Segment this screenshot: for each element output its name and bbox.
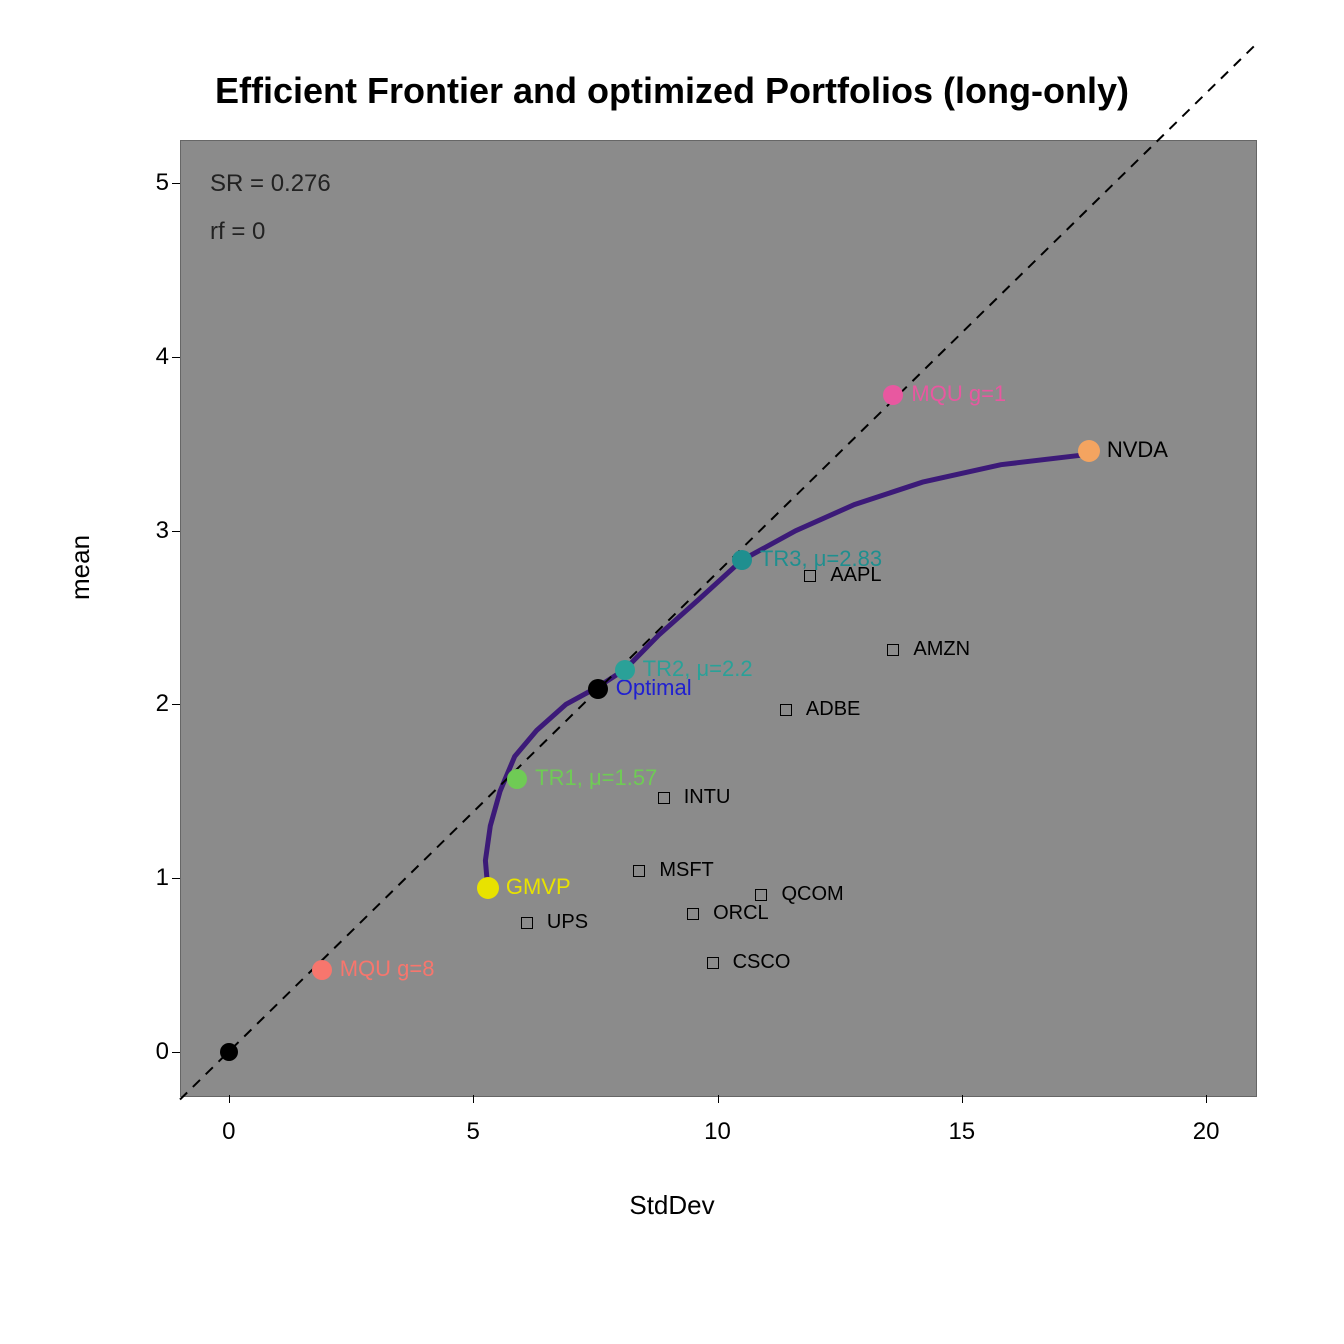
y-tick-mark: [172, 531, 180, 532]
portfolio-label-mqu-g1: MQU g=1: [911, 381, 1006, 407]
x-tick-mark: [473, 1095, 474, 1103]
sharpe-ratio-text: SR = 0.276: [210, 170, 331, 198]
x-axis-label: StdDev: [0, 1190, 1344, 1221]
portfolio-point-nvda: [1078, 440, 1100, 462]
asset-marker-ups: [521, 917, 533, 929]
y-tick-label: 4: [156, 343, 169, 371]
portfolio-point-tr2: [615, 660, 635, 680]
asset-label-adbe: ADBE: [806, 698, 860, 721]
portfolio-point-gmvp: [477, 877, 499, 899]
y-tick-label: 2: [156, 690, 169, 718]
y-axis-label: mean: [65, 535, 96, 600]
portfolio-label-tr2: TR2, μ=2.2: [643, 656, 753, 682]
y-tick-mark: [172, 183, 180, 184]
x-tick-label: 0: [222, 1118, 235, 1146]
asset-label-amzn: AMZN: [913, 638, 970, 661]
asset-label-msft: MSFT: [659, 859, 713, 882]
asset-label-intu: INTU: [684, 786, 731, 809]
y-tick-mark: [172, 357, 180, 358]
asset-marker-intu: [658, 792, 670, 804]
efficient-frontier-line: [485, 454, 1089, 888]
portfolio-label-tr1: TR1, μ=1.57: [535, 765, 657, 791]
y-tick-label: 0: [156, 1038, 169, 1066]
portfolio-point-mqu-g8: [312, 960, 332, 980]
asset-marker-qcom: [755, 889, 767, 901]
chart-svg: [180, 140, 1255, 1095]
asset-label-ups: UPS: [547, 911, 588, 934]
asset-marker-msft: [633, 865, 645, 877]
chart-title: Efficient Frontier and optimized Portfol…: [0, 70, 1344, 112]
portfolio-point-tr1: [507, 769, 527, 789]
asset-marker-amzn: [887, 644, 899, 656]
y-tick-label: 3: [156, 517, 169, 545]
asset-label-orcl: ORCL: [713, 902, 769, 925]
x-tick-mark: [962, 1095, 963, 1103]
asset-marker-orcl: [687, 908, 699, 920]
portfolio-point-tr3: [732, 550, 752, 570]
portfolio-point-origin: [220, 1043, 238, 1061]
portfolio-point-mqu-g1: [883, 385, 903, 405]
asset-label-qcom: QCOM: [781, 883, 843, 906]
x-tick-mark: [718, 1095, 719, 1103]
asset-marker-csco: [707, 957, 719, 969]
portfolio-label-mqu-g8: MQU g=8: [340, 956, 435, 982]
portfolio-label-gmvp: GMVP: [506, 874, 571, 900]
x-tick-label: 20: [1193, 1118, 1220, 1146]
chart-page: Efficient Frontier and optimized Portfol…: [0, 0, 1344, 1344]
asset-label-csco: CSCO: [733, 951, 791, 974]
y-tick-mark: [172, 704, 180, 705]
y-tick-label: 5: [156, 169, 169, 197]
portfolio-point-optimal: [588, 679, 608, 699]
risk-free-text: rf = 0: [210, 218, 265, 246]
y-tick-mark: [172, 1052, 180, 1053]
x-tick-mark: [229, 1095, 230, 1103]
y-tick-mark: [172, 878, 180, 879]
capital-market-line: [180, 45, 1255, 1099]
x-tick-label: 10: [704, 1118, 731, 1146]
asset-marker-aapl: [804, 570, 816, 582]
asset-marker-adbe: [780, 704, 792, 716]
portfolio-label-nvda: NVDA: [1107, 437, 1168, 463]
asset-label-aapl: AAPL: [830, 564, 881, 587]
x-tick-mark: [1206, 1095, 1207, 1103]
x-tick-label: 15: [948, 1118, 975, 1146]
y-tick-label: 1: [156, 864, 169, 892]
x-tick-label: 5: [466, 1118, 479, 1146]
